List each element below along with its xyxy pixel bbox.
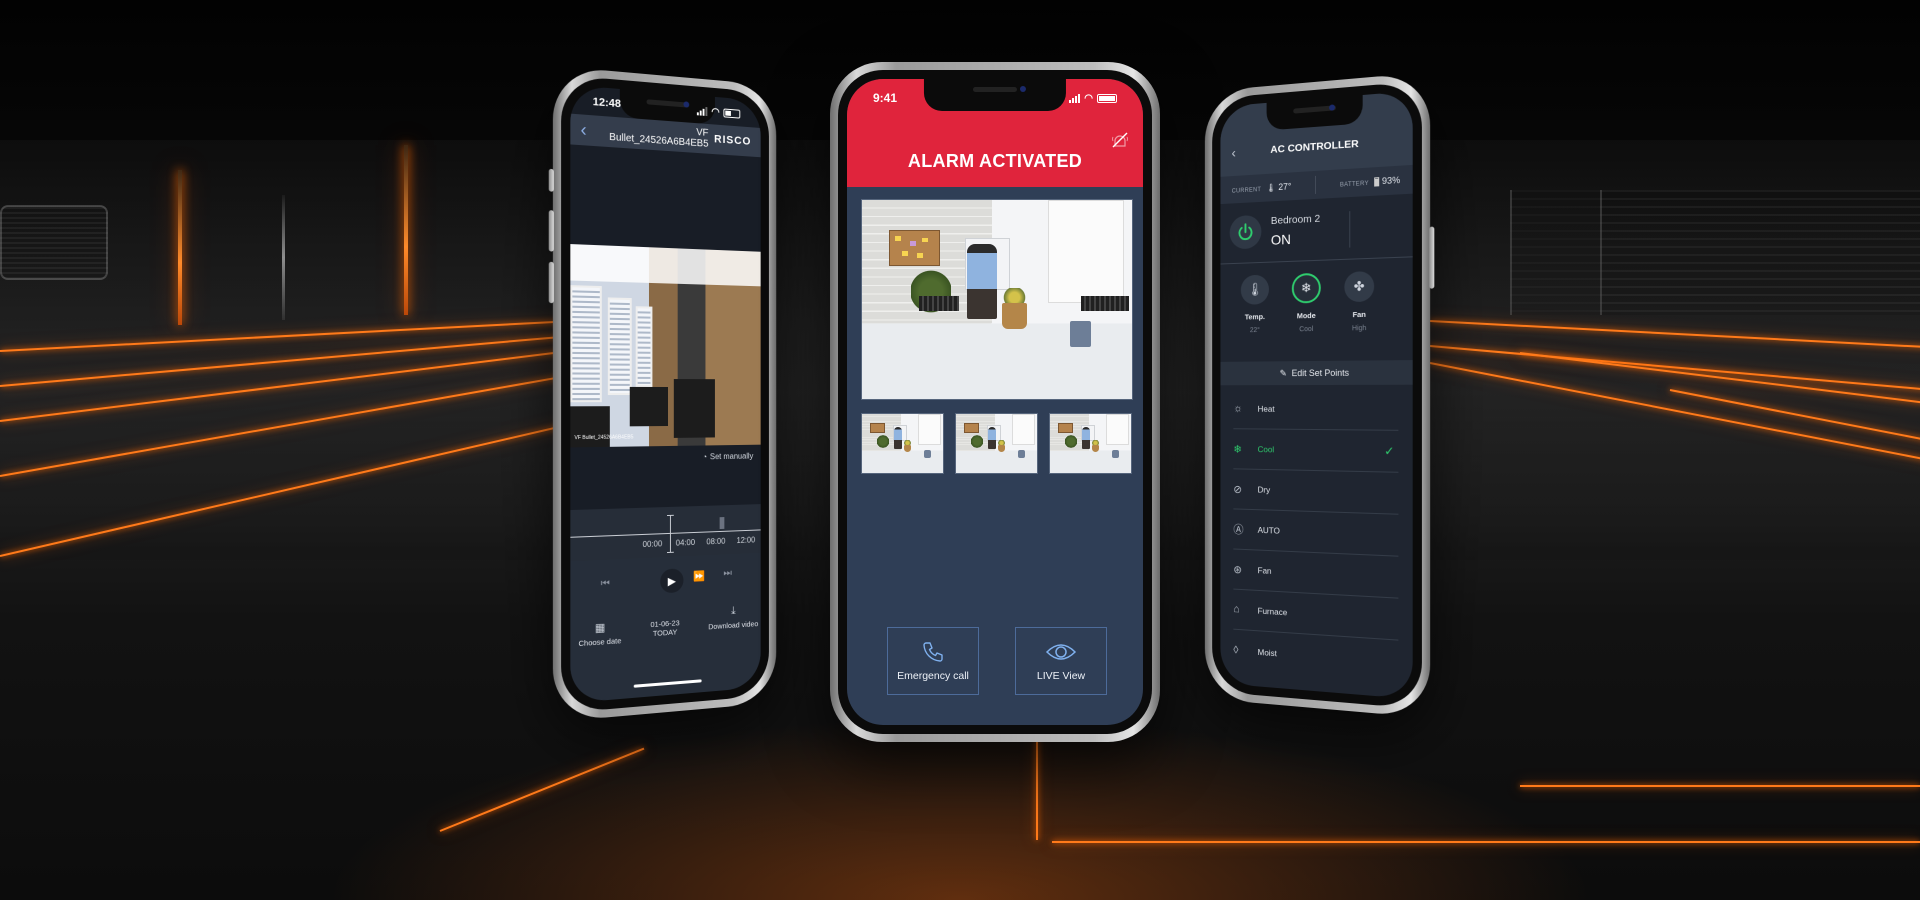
device-state: ON: [1270, 231, 1291, 248]
eye-icon: [1045, 644, 1077, 660]
signal-icon: [697, 106, 708, 116]
skip-forward-icon[interactable]: ⏭: [723, 568, 731, 579]
power-icon: [1236, 222, 1255, 242]
timeline-tick: 04:00: [675, 537, 695, 548]
phone-ac-controller: ‹ AC CONTROLLER CURRENT 🌡︎ 27° BATTERY 9…: [1204, 71, 1435, 719]
download-video-button[interactable]: ⤓ Download video: [708, 604, 758, 631]
mute-switch: [548, 168, 554, 192]
device-row: Bedroom 2 ON: [1220, 197, 1413, 265]
floor-light-line: [1052, 841, 1920, 843]
floor-light-line: [1036, 740, 1038, 840]
battery-icon: [1097, 93, 1117, 103]
back-chevron-icon[interactable]: ‹: [581, 119, 605, 142]
siren-off-icon[interactable]: [1111, 131, 1129, 149]
fan-icon: ⊛: [1233, 563, 1242, 576]
floor-light-line: [439, 747, 645, 832]
battery-icon: [723, 107, 741, 119]
mode-list: ☼ Heat ❄ Cool ✓ ⊘ Dry Ⓐ AUTO ⊛ Fan ⌂ Fur…: [1233, 388, 1399, 683]
fast-forward-icon[interactable]: ⏩: [693, 571, 705, 583]
auto-icon: Ⓐ: [1233, 524, 1244, 537]
skip-back-icon[interactable]: ⏮: [601, 578, 610, 590]
video-screen: 12:48 ◠ ‹ VF Bullet_24526A6B4EB5 RISCO V…: [570, 84, 761, 704]
furnace-icon: ⌂: [1233, 603, 1240, 616]
status-time: 9:41: [873, 91, 898, 105]
thermometer-icon: 🌡︎: [1247, 281, 1263, 297]
status-bar: 9:41 ◠: [847, 83, 1143, 113]
calendar-icon: ▦: [594, 621, 606, 635]
fan-icon: ✤: [1353, 278, 1365, 294]
pencil-icon: ✎: [1279, 367, 1287, 378]
live-view-button[interactable]: LIVE View: [1015, 627, 1107, 695]
clock-icon: ◔: [702, 452, 708, 462]
play-button[interactable]: ▶: [660, 568, 684, 594]
volume-down-button: [548, 261, 554, 304]
drop-slash-icon: ⊘: [1233, 483, 1242, 496]
mode-control[interactable]: ❄ Mode Cool: [1282, 272, 1330, 333]
sun-icon: ☼: [1233, 402, 1243, 415]
background-glow-pillar: [404, 145, 408, 315]
snowflake-sun-icon: ❄: [1300, 280, 1312, 296]
thermometer-icon: 🌡︎: [1266, 183, 1276, 193]
battery-level-icon: [1374, 177, 1380, 187]
wifi-icon: ◠: [1084, 92, 1093, 104]
brand-logo: RISCO: [714, 133, 752, 148]
main-snapshot[interactable]: [861, 199, 1133, 400]
wifi-icon: ◠: [711, 106, 720, 118]
floor-light-line: [1520, 785, 1920, 787]
snapshot-thumbnail[interactable]: [861, 413, 944, 474]
timeline-cursor[interactable]: [669, 514, 671, 553]
background-window: [0, 205, 108, 280]
alarm-title: ALARM ACTIVATED: [907, 151, 1083, 171]
phone-icon: [923, 642, 943, 662]
signal-icon: [1069, 93, 1081, 103]
background-glass: [1600, 190, 1920, 315]
snapshot-thumbnail[interactable]: [1049, 413, 1132, 474]
phone-video-playback: 12:48 ◠ ‹ VF Bullet_24526A6B4EB5 RISCO V…: [548, 65, 777, 723]
set-manually-button[interactable]: ◔ Set manually: [703, 452, 754, 462]
background-pillar: [282, 195, 285, 320]
temp-control[interactable]: 🌡︎ Temp. 22°: [1232, 274, 1279, 334]
choose-date-button[interactable]: ▦ Choose date: [579, 620, 622, 648]
mode-option-cool[interactable]: ❄ Cool ✓: [1233, 429, 1399, 473]
home-indicator: [633, 679, 702, 688]
ac-screen: ‹ AC CONTROLLER CURRENT 🌡︎ 27° BATTERY 9…: [1220, 90, 1413, 700]
recording-segment[interactable]: [719, 517, 725, 530]
play-icon: ▶: [667, 575, 676, 588]
current-temp: CURRENT 🌡︎ 27°: [1231, 181, 1292, 195]
fan-control[interactable]: ✤ Fan High: [1334, 270, 1384, 333]
drop-icon: ◊: [1233, 643, 1239, 656]
status-time: 12:48: [592, 95, 621, 111]
snowflake-icon: ❄: [1233, 443, 1242, 456]
battery-status: BATTERY 93%: [1339, 174, 1401, 189]
power-button[interactable]: [1229, 214, 1262, 250]
playback-controls: ⏮ ▶ ⏩ ⏭ ▦ Choose date 01-06-23 TODAY ⤓ D…: [570, 552, 761, 704]
download-icon: ⤓: [731, 604, 736, 618]
device-name: Bedroom 2: [1270, 212, 1321, 228]
current-date: 01-06-23 TODAY: [650, 618, 680, 639]
mode-option-dry[interactable]: ⊘ Dry: [1233, 469, 1399, 515]
timeline-tick: 12:00: [736, 535, 756, 546]
timeline-tick: 08:00: [706, 536, 726, 547]
background-glow-pillar: [178, 170, 182, 325]
volume-up-button: [548, 210, 554, 252]
phone-alarm: 9:41 ◠ ALARM ACTIVATED Emergency call LI…: [830, 62, 1160, 742]
checkmark-icon: ✓: [1384, 443, 1395, 459]
timeline[interactable]: 00:00 04:00 08:00 12:00: [570, 504, 761, 562]
emergency-call-button[interactable]: Emergency call: [887, 627, 979, 695]
ac-title: AC CONTROLLER: [1270, 137, 1359, 156]
snapshot-thumbnail[interactable]: [955, 413, 1038, 474]
alarm-screen: 9:41 ◠ ALARM ACTIVATED Emergency call LI…: [847, 79, 1143, 725]
mode-option-heat[interactable]: ☼ Heat: [1233, 388, 1399, 431]
edit-set-points-button[interactable]: ✎ Edit Set Points: [1220, 360, 1413, 386]
timeline-tick: 00:00: [642, 539, 663, 550]
power-side-button: [1429, 226, 1435, 289]
video-player[interactable]: VF Bullet_24526A6B4EB5: [570, 244, 761, 448]
camera-overlay-label: VF Bullet_24526A6B4EB5: [574, 434, 634, 442]
